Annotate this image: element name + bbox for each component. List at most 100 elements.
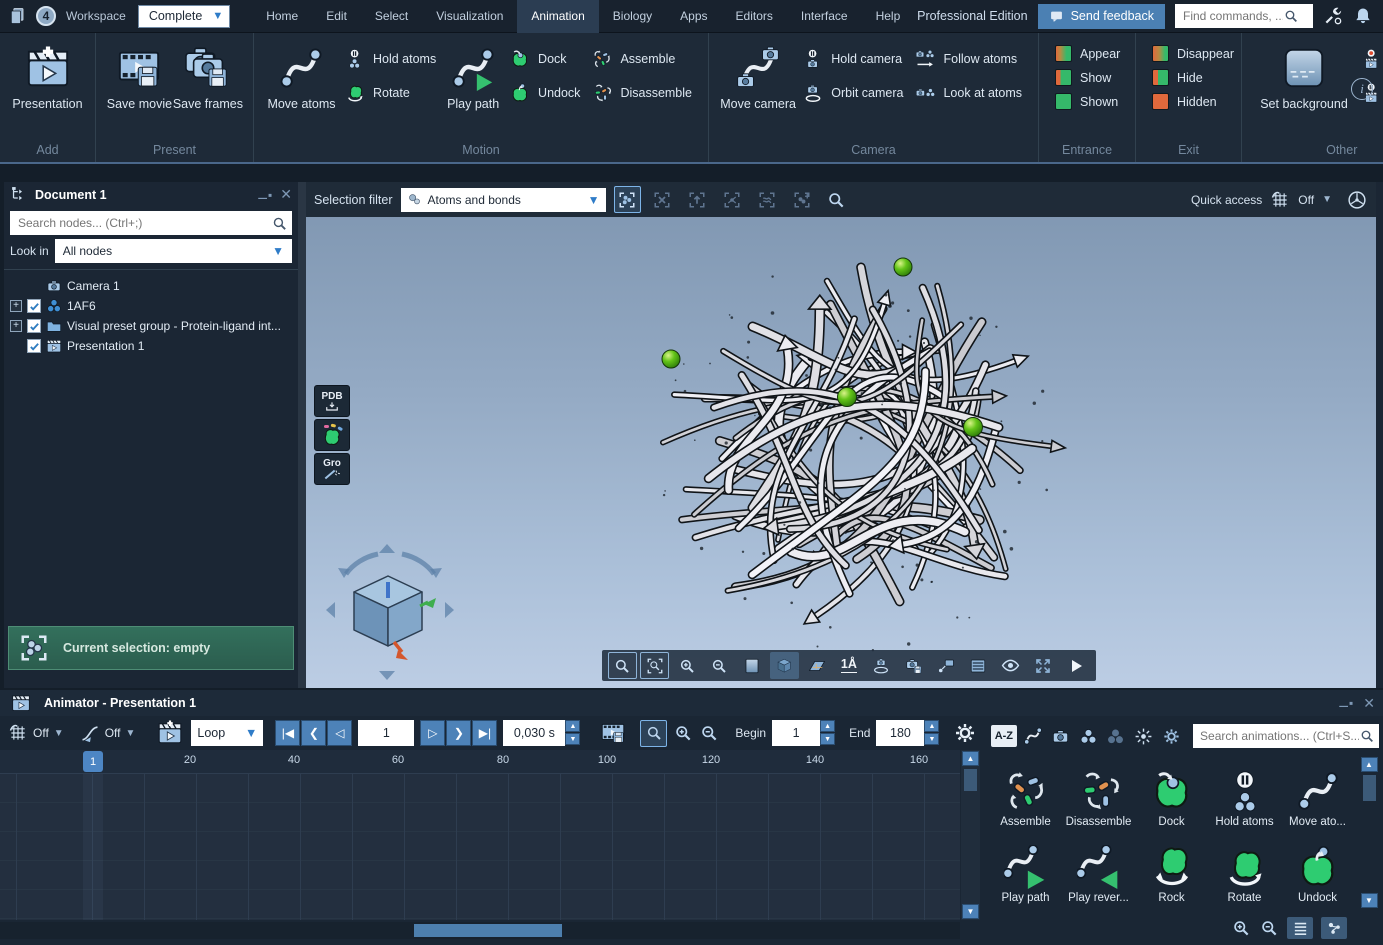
duration-down-button[interactable]: ▼ (565, 733, 580, 745)
timeline-zoom-tool-button[interactable] (640, 720, 667, 747)
show-button[interactable]: Show (1055, 69, 1120, 86)
fullscreen-button[interactable] (1029, 652, 1058, 679)
list-view-button[interactable] (1287, 917, 1313, 939)
library-zoom-in-button[interactable] (1231, 918, 1251, 938)
menu-edit[interactable]: Edit (312, 0, 361, 33)
library-item-rock[interactable]: Rock (1135, 828, 1208, 904)
zoom-in-button[interactable] (672, 652, 701, 679)
filter-atoms-button[interactable] (1076, 725, 1100, 747)
orbit-camera-button[interactable]: Orbit camera (803, 83, 903, 103)
loop-mode-select[interactable]: Loop ▼ (191, 720, 263, 746)
animator-settings-gear-icon[interactable] (953, 721, 977, 745)
chevron-down-icon[interactable]: ▼ (1322, 194, 1332, 205)
workspace-mode-select[interactable]: Complete ▼ (138, 5, 230, 28)
library-item-move-atoms[interactable]: Move ato... (1281, 752, 1354, 828)
add-keyframe-icon[interactable] (155, 720, 185, 746)
end-down-button[interactable]: ▼ (924, 733, 939, 745)
library-item-rotate[interactable]: Rotate (1208, 828, 1281, 904)
disassemble-button[interactable]: Disassemble (592, 83, 692, 103)
background-button[interactable] (737, 652, 766, 679)
filter-camera-button[interactable] (1048, 725, 1072, 747)
close-icon[interactable]: ✕ (1363, 695, 1375, 712)
follow-atoms-button[interactable]: Follow atoms (915, 49, 1022, 69)
timeline-grid[interactable] (0, 774, 960, 920)
search-nodes-box[interactable] (10, 211, 292, 235)
selection-filter-select[interactable]: Atoms and bonds ▼ (401, 188, 606, 212)
protein-ribbon-model[interactable] (306, 182, 1376, 688)
tree-row-1af6[interactable]: + 1AF6 (4, 296, 298, 316)
library-zoom-out-button[interactable] (1259, 918, 1279, 938)
end-frame-input[interactable] (876, 720, 924, 746)
menu-biology[interactable]: Biology (599, 0, 666, 33)
menu-apps[interactable]: Apps (666, 0, 721, 33)
play-button[interactable] (1061, 652, 1090, 679)
tree-row-camera[interactable]: + Camera 1 (4, 276, 298, 296)
expander-icon[interactable]: + (10, 320, 22, 332)
tools-icon[interactable] (1323, 6, 1343, 26)
go-to-start-button[interactable]: |◀ (275, 720, 300, 746)
shown-button[interactable]: Shown (1055, 93, 1120, 110)
scale-1-angstrom-button[interactable]: 1Å (834, 652, 863, 679)
perspective-cube-button[interactable] (770, 652, 799, 679)
close-icon[interactable]: ✕ (280, 186, 292, 203)
disappear-button[interactable]: Disappear (1152, 45, 1234, 62)
hidden-button[interactable]: Hidden (1152, 93, 1234, 110)
export-movie-icon[interactable] (598, 720, 628, 746)
timeline-zoom-in-button[interactable] (673, 723, 693, 743)
scroll-thumb[interactable] (414, 924, 562, 937)
scroll-down-button[interactable]: ▼ (1361, 893, 1378, 908)
save-frames-button[interactable]: Save frames (173, 45, 243, 111)
undock-button[interactable]: Undock (510, 83, 580, 103)
appear-button[interactable]: Appear (1055, 45, 1120, 62)
orbit-camera-button[interactable] (867, 652, 896, 679)
menu-editors[interactable]: Editors (722, 0, 787, 33)
deselect-button[interactable] (649, 186, 676, 213)
select-similar-button[interactable] (754, 186, 781, 213)
checkbox-checked[interactable] (27, 339, 41, 353)
menu-help[interactable]: Help (862, 0, 915, 33)
library-item-play-path[interactable]: Play path (989, 828, 1062, 904)
document-stack-icon[interactable] (8, 6, 28, 26)
move-atoms-button[interactable]: Move atoms (264, 45, 339, 111)
library-scrollbar[interactable]: ▲ ▼ (1359, 756, 1379, 926)
layers-button[interactable] (964, 652, 993, 679)
hold-camera-button[interactable]: Hold camera (803, 49, 903, 69)
library-item-undock[interactable]: Undock (1281, 828, 1354, 904)
search-nodes-input[interactable] (18, 216, 271, 230)
scroll-thumb[interactable] (964, 769, 977, 791)
select-atoms-button[interactable] (614, 186, 641, 213)
scroll-up-button[interactable]: ▲ (962, 751, 979, 766)
move-camera-button[interactable]: Move camera (719, 45, 797, 111)
magnifier-icon[interactable] (826, 190, 846, 210)
notification-badge[interactable]: 4 (36, 6, 56, 26)
tree-row-visual-preset-group[interactable]: + Visual preset group - Protein-ligand i… (4, 316, 298, 336)
menu-select[interactable]: Select (361, 0, 422, 33)
find-commands-box[interactable] (1175, 4, 1313, 28)
expand-selection-button[interactable] (719, 186, 746, 213)
filter-effects-button[interactable] (1132, 725, 1156, 747)
info-icon[interactable]: i (1351, 78, 1373, 100)
fast-backward-button[interactable]: ❮ (301, 720, 326, 746)
library-item-hold-atoms[interactable]: Hold atoms (1208, 752, 1281, 828)
ligand-complex-button[interactable] (314, 419, 350, 451)
pdb-download-button[interactable]: PDB (314, 385, 350, 417)
current-frame-input[interactable] (358, 720, 414, 746)
current-frame-marker[interactable]: 1 (83, 751, 103, 772)
hold-atoms-button[interactable]: Hold atoms (345, 49, 436, 69)
scroll-up-button[interactable]: ▲ (1361, 757, 1378, 772)
visibility-button[interactable] (996, 652, 1025, 679)
dock-button[interactable]: Dock (510, 49, 580, 69)
select-up-button[interactable] (684, 186, 711, 213)
stop-button[interactable]: Stop (1362, 49, 1383, 69)
ease-snap-control[interactable]: Off ▼ (80, 723, 136, 743)
panel-splitter[interactable] (298, 182, 306, 688)
save-movie-button[interactable]: Save movie (106, 45, 173, 111)
pin-icon[interactable]: ⚊▪ (1338, 696, 1353, 710)
label-button[interactable] (932, 652, 961, 679)
search-animations-input[interactable] (1200, 729, 1359, 743)
filter-motion-button[interactable] (1021, 725, 1045, 747)
filter-settings-button[interactable] (1159, 725, 1183, 747)
checkbox-checked[interactable] (27, 319, 41, 333)
menu-interface[interactable]: Interface (787, 0, 862, 33)
navigation-wheel-icon[interactable] (1346, 189, 1368, 211)
